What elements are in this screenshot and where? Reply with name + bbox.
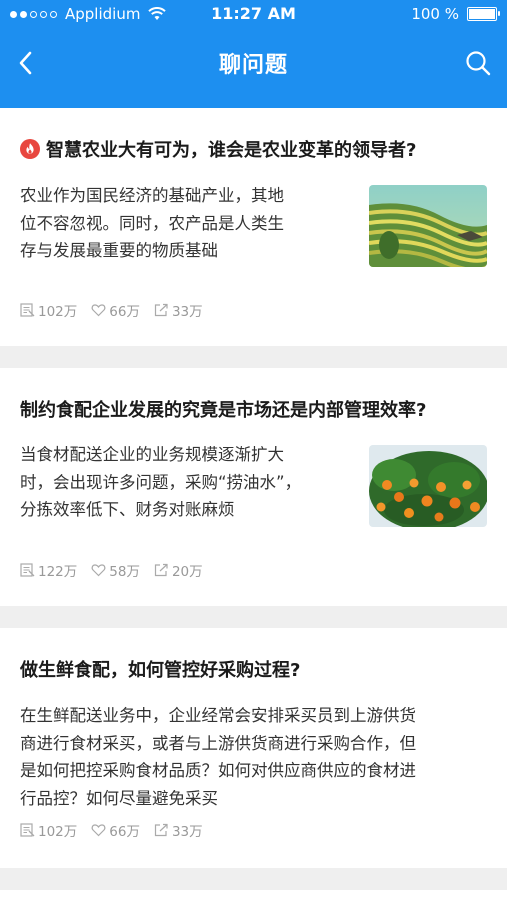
page-title: 聊问题 xyxy=(218,53,288,78)
article-title-row[interactable]: 智慧农业大有可为，谁会是农业变革的领导者? xyxy=(20,136,489,162)
views-stat: 102万 xyxy=(20,820,77,840)
next-card-edge xyxy=(0,890,507,900)
summary-line: 分拣效率低下、财务对账麻烦 xyxy=(20,500,235,519)
summary-line: 行品控？如何尽量避免采买 xyxy=(20,788,218,808)
summary-line: 当食材配送企业的业务规模逐渐扩大 xyxy=(20,445,284,464)
views-stat: 102万 xyxy=(20,300,77,320)
likes-stat[interactable]: 66万 xyxy=(91,820,140,840)
summary-line: 存与发展最重要的物质基础 xyxy=(20,241,218,260)
article-stats: 102万 66万 33万 xyxy=(20,300,217,320)
search-button[interactable] xyxy=(463,48,493,78)
article-title-row[interactable]: 制约食配企业发展的究竟是市场还是内部管理效率? xyxy=(20,396,489,422)
likes-stat[interactable]: 66万 xyxy=(91,300,140,320)
article-title-row[interactable]: 做生鲜食配，如何管控好采购过程? xyxy=(20,656,489,682)
article-card[interactable]: 制约食配企业发展的究竟是市场还是内部管理效率? 当食材配送企业的业务规模逐渐扩大… xyxy=(0,368,507,606)
views-count: 122万 xyxy=(38,564,78,580)
shares-count: 20万 xyxy=(171,564,203,580)
heart-icon xyxy=(91,824,106,837)
article-stats: 102万 66万 33万 xyxy=(20,820,217,840)
views-icon xyxy=(20,303,35,317)
likes-stat[interactable]: 58万 xyxy=(91,560,140,580)
article-title: 制约食配企业发展的究竟是市场还是内部管理效率? xyxy=(20,400,427,421)
status-bar: Applidium 11:27 AM 100 % xyxy=(0,0,507,26)
article-thumbnail[interactable] xyxy=(369,445,487,527)
article-thumbnail[interactable] xyxy=(369,185,487,267)
summary-line: 位不容忽视。同时，农产品是人类生 xyxy=(20,213,284,233)
views-stat: 122万 xyxy=(20,560,77,580)
views-icon xyxy=(20,823,35,837)
status-right: 100 % xyxy=(411,5,500,23)
shares-stat[interactable]: 33万 xyxy=(154,300,203,320)
shares-count: 33万 xyxy=(171,304,203,320)
heart-icon xyxy=(91,564,106,577)
article-card[interactable]: 智慧农业大有可为，谁会是农业变革的领导者? 农业作为国民经济的基础产业，其地 位… xyxy=(0,108,507,346)
battery-icon xyxy=(467,7,500,21)
likes-count: 66万 xyxy=(109,304,140,320)
heart-icon xyxy=(91,304,106,317)
article-title: 智慧农业大有可为，谁会是农业变革的领导者? xyxy=(46,140,417,161)
hot-flame-icon xyxy=(20,139,40,159)
views-count: 102万 xyxy=(38,824,78,840)
search-icon xyxy=(466,51,491,76)
summary-line: 农业作为国民经济的基础产业，其地 xyxy=(20,186,284,205)
nav-bar: 聊问题 xyxy=(0,26,507,108)
summary-line: 商进行食材采买，或者与上游供货商进行采购合作，但 xyxy=(20,733,416,753)
orange-tree-image xyxy=(369,445,487,527)
share-icon xyxy=(154,563,168,577)
article-summary: 在生鲜配送业务中，企业经常会安排采买员到上游供货 商进行食材采买，或者与上游供货… xyxy=(20,702,489,812)
shares-stat[interactable]: 20万 xyxy=(154,560,203,580)
article-summary: 农业作为国民经济的基础产业，其地 位不容忽视。同时，农产品是人类生 存与发展最重… xyxy=(20,182,284,265)
battery-percent: 100 % xyxy=(411,5,459,23)
article-stats: 122万 58万 20万 xyxy=(20,560,217,580)
likes-count: 58万 xyxy=(109,564,140,580)
views-icon xyxy=(20,563,35,577)
likes-count: 66万 xyxy=(109,824,140,840)
share-icon xyxy=(154,823,168,837)
shares-count: 33万 xyxy=(171,824,203,840)
article-title: 做生鲜食配，如何管控好采购过程? xyxy=(20,660,301,681)
share-icon xyxy=(154,303,168,317)
rice-terrace-image xyxy=(369,185,487,267)
article-summary: 当食材配送企业的业务规模逐渐扩大 时，会出现许多问题，采购“捞油水”， 分拣效率… xyxy=(20,441,301,524)
article-card[interactable]: 做生鲜食配，如何管控好采购过程? 在生鲜配送业务中，企业经常会安排采买员到上游供… xyxy=(0,628,507,868)
shares-stat[interactable]: 33万 xyxy=(154,820,203,840)
summary-line: 在生鲜配送业务中，企业经常会安排采买员到上游供货 xyxy=(20,706,416,725)
app-header: Applidium 11:27 AM 100 % 聊问题 xyxy=(0,0,507,108)
summary-line: 时，会出现许多问题，采购“捞油水”， xyxy=(20,472,302,492)
views-count: 102万 xyxy=(38,304,78,320)
summary-line: 是如何把控采购食材品质？如何对供应商供应的食材进 xyxy=(20,761,416,780)
